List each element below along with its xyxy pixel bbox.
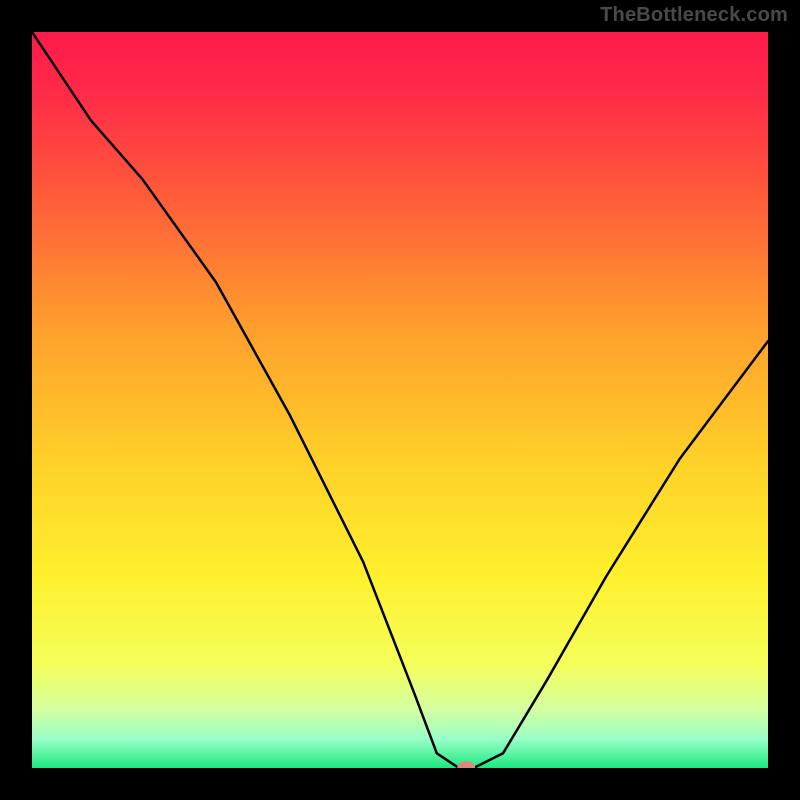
chart-frame: TheBottleneck.com bbox=[0, 0, 800, 800]
chart-svg bbox=[32, 32, 768, 768]
plot-area bbox=[32, 32, 768, 768]
watermark-text: TheBottleneck.com bbox=[600, 4, 788, 27]
